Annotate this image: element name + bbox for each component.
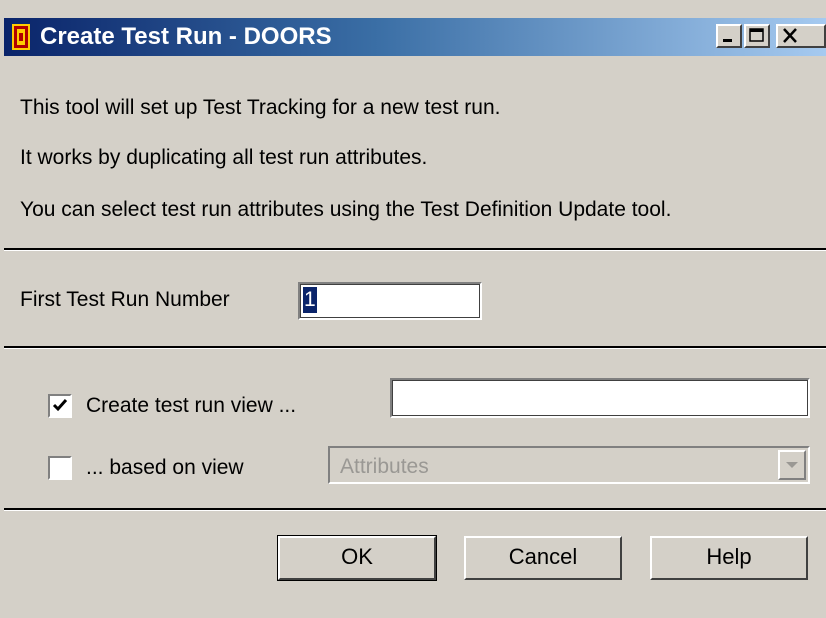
close-button[interactable]	[776, 24, 826, 48]
close-icon	[783, 28, 797, 43]
intro-line-1: This tool will set up Test Tracking for …	[20, 96, 501, 119]
chevron-down-icon	[786, 462, 798, 468]
checkmark-icon	[52, 399, 68, 412]
maximize-icon	[749, 28, 764, 42]
create-view-label: Create test run view ...	[86, 394, 297, 417]
cancel-button[interactable]: Cancel	[464, 536, 622, 580]
separator	[4, 346, 826, 349]
title-bar[interactable]: Create Test Run - DOORS	[4, 18, 826, 56]
based-on-view-select[interactable]: Attributes	[328, 446, 810, 484]
help-button[interactable]: Help	[650, 536, 808, 580]
create-view-checkbox[interactable]	[48, 394, 72, 418]
doors-app-icon	[12, 24, 30, 50]
minimize-icon	[723, 39, 732, 42]
dropdown-button[interactable]	[778, 450, 806, 480]
run-number-label: First Test Run Number	[20, 288, 230, 311]
based-on-view-label: ... based on view	[86, 456, 244, 479]
create-test-run-dialog: Create Test Run - DOORS This tool will s…	[0, 0, 826, 618]
ok-button[interactable]: OK	[277, 535, 437, 581]
intro-line-3: You can select test run attributes using…	[20, 198, 672, 221]
create-view-name-input[interactable]	[390, 378, 810, 418]
separator	[4, 248, 826, 251]
maximize-button[interactable]	[744, 24, 770, 48]
based-on-view-checkbox[interactable]	[48, 456, 72, 480]
run-number-input[interactable]: 1	[298, 282, 482, 320]
window-title: Create Test Run - DOORS	[40, 23, 332, 50]
separator	[4, 508, 826, 511]
based-on-view-selected: Attributes	[340, 455, 429, 478]
minimize-button[interactable]	[716, 24, 742, 48]
run-number-value: 1	[303, 287, 317, 313]
intro-line-2: It works by duplicating all test run att…	[20, 146, 428, 169]
